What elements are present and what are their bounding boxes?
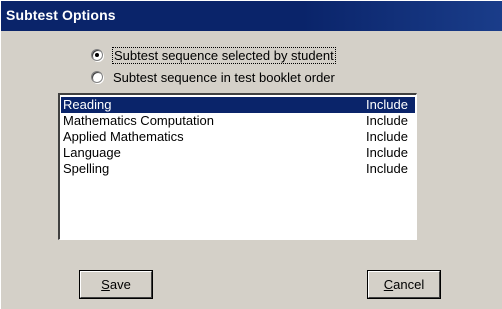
subtest-listbox[interactable]: Reading Include Mathematics Computation … [58,93,417,240]
radio-label-student-selected[interactable]: Subtest sequence selected by student [112,46,336,64]
subtest-status: Include [366,97,408,112]
subtest-options-dialog: Subtest Options Subtest sequence selecte… [0,0,502,309]
subtest-list-item[interactable]: Applied Mathematics Include [61,129,415,145]
subtest-name: Mathematics Computation [63,113,215,128]
radio-option-student-selected[interactable]: Subtest sequence selected by student [91,46,336,64]
subtest-status: Include [366,145,408,160]
radio-option-booklet-order[interactable]: Subtest sequence in test booklet order [91,68,335,86]
subtest-status: Include [366,113,408,128]
subtest-list-item[interactable]: Reading Include [61,97,415,113]
save-button-accelerator: S [101,277,110,292]
window-title: Subtest Options [6,7,116,23]
subtest-name: Spelling [63,161,110,176]
subtest-name: Applied Mathematics [63,129,184,144]
cancel-button-label: ancel [393,277,425,292]
radio-button-booklet-order[interactable] [91,71,103,83]
save-button[interactable]: Save [80,271,152,298]
save-button-label: ave [109,277,131,292]
cancel-button[interactable]: Cancel [368,271,440,298]
radio-button-student-selected[interactable] [91,49,103,61]
radio-label-booklet-order[interactable]: Subtest sequence in test booklet order [113,70,335,85]
subtest-name: Reading [63,97,112,112]
cancel-button-accelerator: C [383,277,394,292]
title-bar[interactable]: Subtest Options [1,1,502,31]
subtest-name: Language [63,145,121,160]
subtest-list-item[interactable]: Mathematics Computation Include [61,113,415,129]
subtest-status: Include [366,129,408,144]
subtest-list-item[interactable]: Language Include [61,145,415,161]
subtest-status: Include [366,161,408,176]
subtest-list-item[interactable]: Spelling Include [61,161,415,177]
